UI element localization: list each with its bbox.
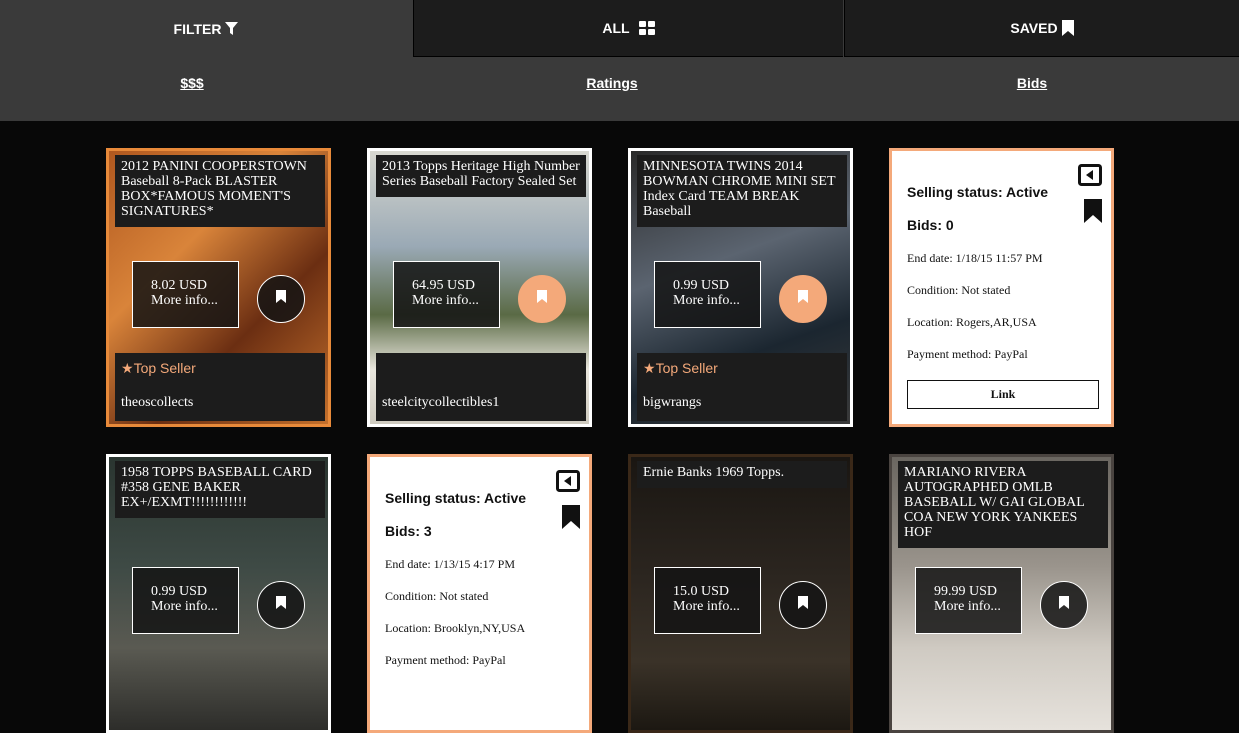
back-button[interactable] (1078, 164, 1102, 191)
listing-title: 1958 TOPPS BASEBALL CARD #358 GENE BAKER… (115, 461, 325, 518)
listing-price: 15.0 USD (673, 584, 730, 599)
bookmark-icon (798, 290, 808, 308)
bookmark-icon (537, 290, 547, 308)
end-date: End date: 1/18/15 11:57 PM (907, 251, 1043, 265)
location: Location: Rogers,AR,USA (907, 315, 1037, 329)
back-button[interactable] (556, 470, 580, 497)
more-info-label: More info... (673, 293, 740, 308)
badge-label: Top Seller (655, 360, 718, 376)
bookmark-icon (276, 596, 286, 614)
tab-saved-label: SAVED (1010, 20, 1058, 36)
payment-method: Payment method: PayPal (385, 653, 506, 667)
save-button[interactable] (518, 275, 566, 323)
bookmark-icon (1061, 20, 1074, 36)
seller-name: steelcitycollectibles1 (376, 353, 586, 421)
more-info-button[interactable]: 0.99 USD More info... (132, 567, 239, 634)
bids-count: Bids: 0 (907, 217, 954, 233)
more-info-button[interactable]: 0.99 USD More info... (654, 261, 761, 328)
condition: Condition: Not stated (907, 283, 1011, 297)
more-info-label: More info... (151, 599, 218, 614)
star-icon: ★ (643, 360, 656, 376)
listing-card: MINNESOTA TWINS 2014 BOWMAN CHROME MINI … (628, 148, 853, 427)
listing-details-card: Selling status: Active Bids: 0 End date:… (889, 148, 1114, 427)
bookmark-icon (798, 596, 808, 614)
listing-card: MARIANO RIVERA AUTOGRAPHED OMLB BASEBALL… (889, 454, 1114, 733)
filter-icon (225, 21, 239, 36)
tab-filter-label: FILTER (173, 20, 222, 37)
bookmark-button[interactable] (1084, 199, 1102, 228)
grid-icon (638, 21, 655, 35)
listing-title: MINNESOTA TWINS 2014 BOWMAN CHROME MINI … (637, 155, 847, 227)
listing-title: 2012 PANINI COOPERSTOWN Baseball 8-Pack … (115, 155, 325, 227)
top-nav: FILTER ALL SAVED (0, 0, 1239, 58)
listing-price: 0.99 USD (151, 584, 208, 599)
listing-card: 2012 PANINI COOPERSTOWN Baseball 8-Pack … (106, 148, 331, 427)
star-icon: ★ (121, 360, 134, 376)
bids-count: Bids: 3 (385, 523, 432, 539)
more-info-button[interactable]: 15.0 USD More info... (654, 567, 761, 634)
save-button[interactable] (779, 275, 827, 323)
tab-saved[interactable]: SAVED (844, 0, 1239, 57)
top-seller-badge: ★Top Seller (637, 353, 847, 385)
save-button[interactable] (1040, 581, 1088, 629)
tab-filter[interactable]: FILTER (0, 0, 412, 57)
listing-details-card: Selling status: Active Bids: 3 End date:… (367, 454, 592, 733)
sort-ratings-link[interactable]: Ratings (586, 75, 637, 91)
tab-all-label: ALL (602, 20, 630, 36)
save-button[interactable] (257, 275, 305, 323)
more-info-label: More info... (151, 293, 218, 308)
listing-price: 8.02 USD (151, 278, 208, 293)
listing-price: 0.99 USD (673, 278, 730, 293)
listing-price: 64.95 USD (412, 278, 476, 293)
sort-bar: $$$ Ratings Bids (0, 58, 1239, 121)
end-date: End date: 1/13/15 4:17 PM (385, 557, 515, 571)
top-seller-badge: ★Top Seller (115, 353, 325, 385)
badge-label: Top Seller (133, 360, 196, 376)
seller-name: bigwrangs (637, 385, 847, 421)
save-button[interactable] (257, 581, 305, 629)
sort-bids-link[interactable]: Bids (1017, 75, 1047, 91)
sort-price-link[interactable]: $$$ (180, 75, 203, 91)
listing-price: 99.99 USD (934, 584, 998, 599)
listing-title: MARIANO RIVERA AUTOGRAPHED OMLB BASEBALL… (898, 461, 1108, 548)
listing-card: Ernie Banks 1969 Topps. 15.0 USD More in… (628, 454, 853, 733)
listing-card: 1958 TOPPS BASEBALL CARD #358 GENE BAKER… (106, 454, 331, 733)
payment-method: Payment method: PayPal (907, 347, 1028, 361)
more-info-label: More info... (673, 599, 740, 614)
tab-all[interactable]: ALL (413, 0, 843, 57)
more-info-button[interactable]: 64.95 USD More info... (393, 261, 500, 328)
selling-status: Selling status: Active (907, 184, 1049, 200)
more-info-button[interactable]: 99.99 USD More info... (915, 567, 1022, 634)
more-info-button[interactable]: 8.02 USD More info... (132, 261, 239, 328)
listing-title: Ernie Banks 1969 Topps. (637, 461, 847, 488)
location: Location: Brooklyn,NY,USA (385, 621, 526, 635)
listing-card: 2013 Topps Heritage High Number Series B… (367, 148, 592, 427)
listing-title: 2013 Topps Heritage High Number Series B… (376, 155, 586, 197)
seller-name: theoscollects (115, 385, 325, 421)
more-info-label: More info... (934, 599, 1001, 614)
selling-status: Selling status: Active (385, 490, 527, 506)
save-button[interactable] (779, 581, 827, 629)
bookmark-icon (1059, 596, 1069, 614)
bookmark-button[interactable] (562, 505, 580, 534)
link-button[interactable]: Link (907, 380, 1099, 409)
more-info-label: More info... (412, 293, 479, 308)
bookmark-icon (276, 290, 286, 308)
condition: Condition: Not stated (385, 589, 489, 603)
